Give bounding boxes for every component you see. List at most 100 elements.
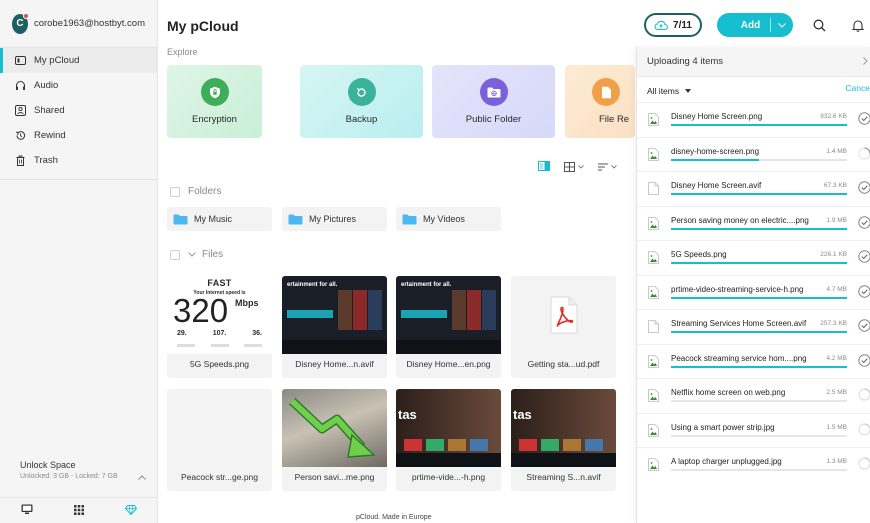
diamond-icon[interactable] bbox=[125, 504, 138, 517]
file-thumbnail bbox=[282, 389, 387, 467]
headphones-icon bbox=[14, 80, 26, 92]
upload-progress-fill bbox=[671, 158, 759, 161]
folder-icon bbox=[288, 214, 303, 224]
upload-item[interactable]: Disney Home Screen.avif 67.3 KB bbox=[637, 171, 870, 205]
grid-view-icon[interactable] bbox=[564, 162, 584, 172]
folders-select-all-checkbox[interactable] bbox=[170, 186, 180, 197]
check-circle-icon bbox=[858, 181, 870, 196]
chevron-down-icon[interactable] bbox=[771, 22, 793, 28]
notifications-button[interactable] bbox=[846, 13, 870, 37]
upload-progress-button[interactable]: 7/11 bbox=[644, 13, 702, 37]
file-thumbnail: ertainment for all. bbox=[282, 276, 387, 354]
avatar[interactable]: C bbox=[12, 12, 29, 34]
sidebar-footer bbox=[0, 497, 158, 523]
avatar-initial: C bbox=[16, 18, 24, 29]
sidebar-item-audio[interactable]: Audio bbox=[0, 73, 157, 98]
upload-progress-bar bbox=[671, 158, 847, 161]
upload-item[interactable]: prtime-video-streaming-service-h.png 4.7 … bbox=[637, 274, 870, 309]
upload-panel-header[interactable]: Uploading 4 items bbox=[637, 47, 870, 77]
file-tile[interactable]: tas prtime-vide...-h.png bbox=[396, 389, 501, 491]
upload-progress-fill bbox=[671, 193, 847, 195]
image-file-icon bbox=[648, 389, 659, 404]
file-tile[interactable]: ertainment for all. Disney Home...n.avif bbox=[282, 276, 387, 378]
sidebar-item-trash[interactable]: Trash bbox=[0, 148, 157, 173]
upload-item-name: Using a smart power strip.jpg bbox=[671, 422, 775, 432]
explore-card-encryption[interactable]: Encryption bbox=[167, 65, 262, 138]
apps-grid-icon[interactable] bbox=[73, 504, 84, 517]
folder-item[interactable]: My Pictures bbox=[282, 207, 387, 231]
upload-filter-dropdown[interactable]: All items bbox=[637, 80, 870, 102]
upload-progress-fill bbox=[671, 262, 847, 264]
upload-item-size: 67.3 KB bbox=[823, 182, 847, 189]
search-icon bbox=[813, 19, 825, 31]
image-file-icon bbox=[648, 216, 659, 232]
explore-card-label: Encryption bbox=[192, 114, 237, 125]
file-tile[interactable]: Peacock str...ge.png bbox=[167, 389, 272, 491]
unlock-space[interactable]: Unlock Space Unlocked: 3 GB - Locked: 7 … bbox=[0, 460, 158, 480]
sidebar-item-label: Audio bbox=[34, 80, 59, 91]
pending-circle-icon bbox=[858, 388, 870, 403]
file-tile[interactable]: Getting sta...ud.pdf bbox=[511, 276, 616, 378]
folder-name: My Music bbox=[194, 214, 232, 224]
preview-pane-icon[interactable] bbox=[538, 161, 550, 173]
folder-item[interactable]: My Music bbox=[167, 207, 272, 231]
explore-card-public-folder[interactable]: Public Folder bbox=[432, 65, 555, 138]
upload-item-name: Disney Home Screen.avif bbox=[671, 181, 762, 190]
file-tile[interactable]: Person savi...me.png bbox=[282, 389, 387, 491]
view-toolbar bbox=[538, 161, 617, 173]
desktop-icon[interactable] bbox=[21, 504, 33, 517]
upload-progress-fill bbox=[671, 331, 847, 333]
sidebar-item-my-pcloud[interactable]: My pCloud bbox=[0, 48, 157, 73]
file-thumbnail: FAST Your Internet speed is 320 Mbps 29.… bbox=[167, 276, 272, 354]
upload-progress-bar bbox=[671, 331, 847, 333]
upload-item-size: 1.5 MB bbox=[826, 423, 847, 431]
chevron-down-icon[interactable] bbox=[188, 252, 196, 257]
upload-progress-bar bbox=[671, 193, 847, 195]
file-name: Disney Home...en.png bbox=[406, 359, 491, 369]
upload-item-name: Netflix home screen on web.png bbox=[671, 388, 786, 397]
sidebar-item-shared[interactable]: Shared bbox=[0, 98, 157, 123]
file-icon bbox=[648, 320, 659, 335]
upload-item[interactable]: 5G Speeds.png 226.1 KB bbox=[637, 240, 870, 274]
sort-icon[interactable] bbox=[598, 163, 617, 171]
explore-card-backup[interactable]: Backup bbox=[300, 65, 423, 138]
sidebar-nav: My pCloud Audio Shared Rewind Trash bbox=[0, 48, 157, 180]
add-button[interactable]: Add bbox=[717, 13, 793, 37]
upload-item[interactable]: A laptop charger unplugged.jpg 1.3 MB bbox=[637, 447, 870, 481]
check-circle-icon bbox=[858, 250, 870, 265]
upload-panel: Uploading 4 items All items Cance Disney… bbox=[636, 47, 870, 523]
chevron-up-icon[interactable] bbox=[138, 472, 146, 482]
folder-name: My Pictures bbox=[309, 214, 357, 224]
explore-card-label: Public Folder bbox=[465, 114, 522, 125]
file-name: Getting sta...ud.pdf bbox=[527, 359, 600, 369]
upload-item[interactable]: disney-home-screen.png 1.4 MB bbox=[637, 136, 870, 171]
upload-progress-bar bbox=[671, 365, 847, 368]
upload-item[interactable]: Person saving money on electric....png 1.… bbox=[637, 205, 870, 240]
file-tile[interactable]: ertainment for all. Disney Home...en.png bbox=[396, 276, 501, 378]
sidebar-item-rewind[interactable]: Rewind bbox=[0, 123, 157, 148]
arrow-down-illustration bbox=[288, 397, 376, 458]
speed-stat: 36. bbox=[252, 330, 262, 337]
upload-item[interactable]: Using a smart power strip.jpg 1.5 MB bbox=[637, 412, 870, 447]
upload-item-name: disney-home-screen.png bbox=[671, 146, 760, 156]
files-select-all-checkbox[interactable] bbox=[170, 249, 180, 260]
upload-progress-fill bbox=[671, 365, 847, 368]
shield-icon bbox=[200, 78, 229, 106]
page-title: My pCloud bbox=[167, 18, 239, 34]
check-circle-icon bbox=[858, 215, 870, 231]
chevron-right-icon[interactable] bbox=[863, 57, 868, 68]
upload-item[interactable]: Netflix home screen on web.png 2.5 MB bbox=[637, 378, 870, 412]
file-name: prtime-vide...-h.png bbox=[411, 472, 486, 482]
file-tile[interactable]: FAST Your Internet speed is 320 Mbps 29.… bbox=[167, 276, 272, 378]
folder-item[interactable]: My Videos bbox=[396, 207, 501, 231]
folders-section-header: Folders bbox=[170, 186, 221, 197]
cancel-uploads-button[interactable]: Cance bbox=[845, 83, 870, 93]
upload-item[interactable]: Disney Home Screen.png 832.6 KB bbox=[637, 102, 870, 136]
account-header[interactable]: C corobe1963@hostbyt.com bbox=[0, 0, 157, 48]
upload-filter-label: All items bbox=[647, 86, 680, 96]
search-button[interactable] bbox=[807, 13, 831, 37]
upload-item[interactable]: Streaming Services Home Screen.avif 257.3… bbox=[637, 309, 870, 343]
upload-item[interactable]: Peacock streaming service hom....png 4.2 … bbox=[637, 343, 870, 378]
file-tile[interactable]: tas Streaming S...n.avif bbox=[511, 389, 616, 491]
explore-card-file-request[interactable]: File Re bbox=[565, 65, 635, 138]
